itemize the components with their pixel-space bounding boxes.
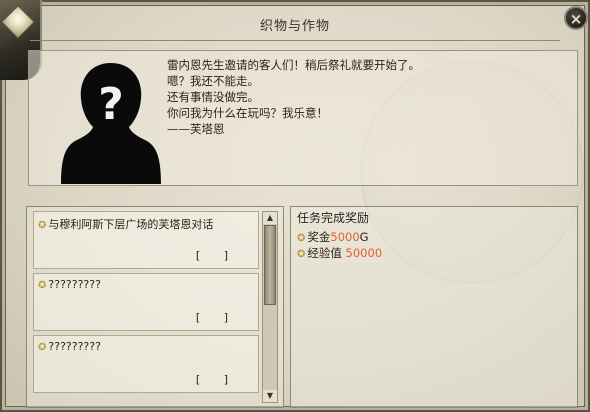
star-icon: ✪ xyxy=(38,342,47,353)
dialog-line: 嗯？我还不能走。 xyxy=(167,74,259,88)
dialog-line: 雷内恩先生邀请的客人们！稍后祭礼就要开始了。 xyxy=(167,58,420,72)
unknown-npc-portrait: ? xyxy=(61,59,161,184)
exp-reward: ✪ 经验值 50000 xyxy=(297,245,382,261)
star-icon: ✪ xyxy=(297,249,306,260)
gold-unit: G xyxy=(359,230,369,244)
quest-objective[interactable]: ✪ 与穆利阿斯下层广场的芙塔恩对话 [ ] xyxy=(33,211,259,269)
dialog-line: 你问我为什么在玩吗？我乐意！ xyxy=(167,106,328,120)
svg-text:?: ? xyxy=(98,79,124,130)
dialog-box: ? 雷内恩先生邀请的客人们！稍后祭礼就要开始了。 嗯？我还不能走。 还有事情没做… xyxy=(28,50,578,186)
quest-objective-label: ????????? xyxy=(48,340,101,353)
window-title: 织物与作物 xyxy=(259,19,330,34)
quest-objective-label: 与穆利阿斯下层广场的芙塔恩对话 xyxy=(48,218,214,231)
quest-window: × 织物与作物 ? 雷内恩先生邀请的客人们！稍后祭礼就要开始了。 嗯？我还不能走… xyxy=(0,0,590,412)
title-divider xyxy=(30,40,560,41)
gold-reward: ✪ 奖金5000G xyxy=(297,229,369,245)
scroll-up-icon[interactable]: ▲ xyxy=(263,212,277,224)
scroll-thumb[interactable] xyxy=(264,225,276,305)
objective-status: [ ] xyxy=(195,249,238,262)
dialog-signature: ——芙塔恩 xyxy=(167,122,225,136)
quest-objective-label: ????????? xyxy=(48,278,101,291)
objective-status: [ ] xyxy=(195,373,238,386)
gold-label: 奖金 xyxy=(307,230,331,244)
scrollbar[interactable]: ▲ ▼ xyxy=(262,211,278,403)
rewards-title: 任务完成奖励 xyxy=(297,211,370,225)
quest-objective[interactable]: ✪????????? [ ] xyxy=(33,335,259,393)
silhouette-icon: ? xyxy=(61,63,161,184)
gold-value: 5000 xyxy=(330,230,360,244)
dialog-text: 雷内恩先生邀请的客人们！稍后祭礼就要开始了。 嗯？我还不能走。 还有事情没做完。… xyxy=(167,57,567,137)
exp-label: 经验值 xyxy=(307,246,342,260)
star-icon: ✪ xyxy=(38,220,47,231)
star-icon: ✪ xyxy=(297,233,306,244)
quest-objective[interactable]: ✪????????? [ ] xyxy=(33,273,259,331)
scroll-down-icon[interactable]: ▼ xyxy=(263,390,277,402)
rewards-panel: 任务完成奖励 ✪ 奖金5000G ✪ 经验值 50000 xyxy=(290,206,578,408)
quest-objectives-panel: ✪ 与穆利阿斯下层广场的芙塔恩对话 [ ] ✪????????? [ ] ✪???… xyxy=(26,206,284,408)
dialog-line: 还有事情没做完。 xyxy=(167,90,259,104)
star-icon: ✪ xyxy=(38,280,47,291)
objective-status: [ ] xyxy=(195,311,238,324)
exp-value: 50000 xyxy=(345,246,383,260)
